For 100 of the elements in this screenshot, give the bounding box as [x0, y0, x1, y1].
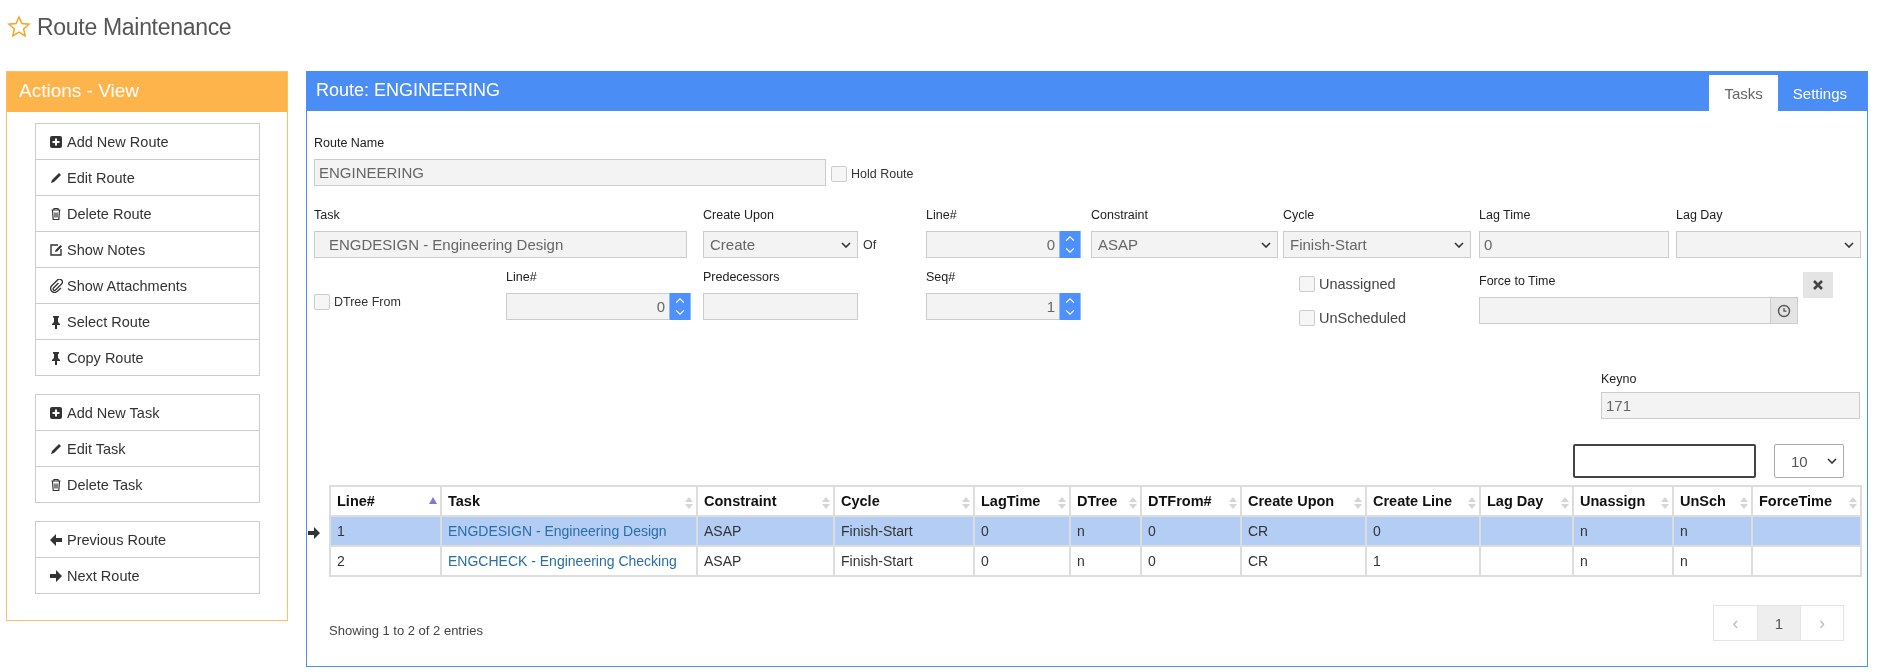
table-cell: Finish-Start	[841, 523, 913, 539]
number-field[interactable]: 0	[506, 293, 669, 320]
table-info: Showing 1 to 2 of 2 entries	[329, 621, 483, 638]
time-field[interactable]	[1479, 297, 1771, 324]
field-label: Force to Time	[1479, 274, 1557, 290]
pushpin-icon	[49, 350, 63, 365]
action-button[interactable]: Add New Task	[35, 394, 260, 431]
chevron-down-icon	[1454, 241, 1464, 248]
field-label: Seq#	[926, 270, 957, 286]
number-field[interactable]: 0	[926, 231, 1059, 258]
pushpin-icon	[49, 314, 63, 329]
chevron-down-icon	[1261, 241, 1271, 248]
table-cell: n	[1077, 553, 1085, 569]
checkbox[interactable]	[831, 166, 847, 182]
column-header[interactable]: Task	[441, 486, 697, 516]
dropdown[interactable]: Create	[703, 231, 858, 258]
table-cell: 0	[981, 523, 989, 539]
column-header[interactable]: Constraint	[697, 486, 834, 516]
text-field[interactable]: 171	[1601, 392, 1860, 419]
checkbox[interactable]	[314, 294, 330, 310]
checkbox-label: DTree From	[334, 295, 401, 309]
action-button[interactable]: Show Attachments	[35, 267, 260, 304]
table-cell: 0	[1148, 523, 1156, 539]
chevron-down-icon	[1844, 241, 1854, 248]
action-button[interactable]: Select Route	[35, 303, 260, 340]
column-header[interactable]: Create Upon	[1241, 486, 1366, 516]
table-row[interactable]: 2 ENGCHECK - Engineering Checking ASAP Finish-Start 0 n 0 CR 1 n n	[330, 546, 1861, 576]
dropdown[interactable]: Finish-Start	[1283, 231, 1471, 258]
field-label: Lag Time	[1479, 208, 1532, 224]
page-title: Route Maintenance	[37, 13, 232, 41]
column-header[interactable]: ForceTime	[1752, 486, 1861, 516]
clock-icon	[1777, 303, 1791, 318]
action-button[interactable]: Show Notes	[35, 231, 260, 268]
page-button[interactable]: 1	[1757, 606, 1800, 640]
plus-square-icon	[49, 405, 63, 420]
clear-button[interactable]	[1803, 272, 1833, 298]
action-button[interactable]: Add New Route	[35, 123, 260, 160]
table-row[interactable]: 1 ENGDESIGN - Engineering Design ASAP Finish-Start 0 n 0 CR 0 n n	[330, 516, 1861, 546]
column-header[interactable]: DTFrom#	[1141, 486, 1241, 516]
table-cell: n	[1580, 523, 1588, 539]
action-button[interactable]: Next Route	[35, 557, 260, 594]
close-icon	[1812, 279, 1824, 291]
field-label: Line#	[506, 270, 538, 286]
spinner-arrows-icon	[669, 293, 691, 320]
action-button[interactable]: Edit Task	[35, 430, 260, 467]
dropdown[interactable]: ASAP	[1091, 231, 1278, 258]
table-cell: 1	[337, 523, 345, 539]
action-button[interactable]: Delete Route	[35, 195, 260, 232]
column-header[interactable]: Line#	[330, 486, 441, 516]
column-header[interactable]: Unassign	[1573, 486, 1673, 516]
text-field[interactable]: ENGINEERING	[314, 159, 826, 186]
field-label: Predecessors	[703, 270, 781, 286]
action-button[interactable]: Previous Route	[35, 521, 260, 558]
table-cell: 2	[337, 553, 345, 569]
table-cell: 1	[1373, 553, 1381, 569]
checkbox-label: Hold Route	[851, 167, 914, 181]
trash-icon	[49, 206, 63, 221]
chevron-down-icon	[1827, 458, 1837, 464]
star-icon	[7, 15, 31, 39]
left-arrow-icon	[49, 532, 63, 547]
dropdown[interactable]	[1676, 231, 1861, 258]
number-field[interactable]: 1	[926, 293, 1059, 320]
checkbox[interactable]	[1299, 310, 1315, 326]
table-cell: n	[1580, 553, 1588, 569]
text-field[interactable]: ENGDESIGN - Engineering Design	[314, 231, 687, 258]
right-arrow-icon	[307, 526, 321, 540]
field-label: Lag Day	[1676, 208, 1724, 224]
field-label: Keyno	[1601, 372, 1638, 388]
pencil-icon	[49, 170, 63, 185]
checkbox[interactable]	[1299, 276, 1315, 292]
checkbox-label: Unassigned	[1319, 276, 1396, 292]
text-field[interactable]: 0	[1479, 231, 1669, 258]
table-cell: n	[1680, 523, 1688, 539]
paperclip-icon	[49, 278, 63, 293]
page-length-dropdown[interactable]: 10	[1774, 444, 1844, 478]
action-button[interactable]: Copy Route	[35, 339, 260, 376]
field-suffix: Of	[863, 237, 877, 252]
panel-title: Route: ENGINEERING	[315, 80, 501, 102]
trash-icon	[49, 477, 63, 492]
search-field[interactable]	[1573, 444, 1756, 478]
panel-header: Actions - View	[7, 72, 287, 112]
table-cell: n	[1077, 523, 1085, 539]
tab[interactable]: Tasks	[1709, 75, 1778, 111]
action-button[interactable]: Delete Task	[35, 466, 260, 503]
column-header[interactable]: DTree	[1070, 486, 1141, 516]
column-header[interactable]: Create Line	[1366, 486, 1480, 516]
column-header[interactable]: LagTime	[974, 486, 1070, 516]
plus-square-icon	[49, 134, 63, 149]
field-label: Task	[314, 208, 341, 224]
column-header[interactable]: Lag Day	[1480, 486, 1573, 516]
notepad-pencil-icon	[49, 242, 63, 257]
clock-button[interactable]	[1771, 297, 1798, 324]
table-cell: CR	[1248, 523, 1269, 539]
table-cell: 0	[1148, 553, 1156, 569]
checkbox-label: UnScheduled	[1319, 310, 1407, 326]
column-header[interactable]: Cycle	[834, 486, 974, 516]
action-button[interactable]: Edit Route	[35, 159, 260, 196]
field-label: Route Name	[314, 136, 386, 152]
column-header[interactable]: UnSch	[1673, 486, 1752, 516]
text-field[interactable]	[703, 293, 858, 320]
